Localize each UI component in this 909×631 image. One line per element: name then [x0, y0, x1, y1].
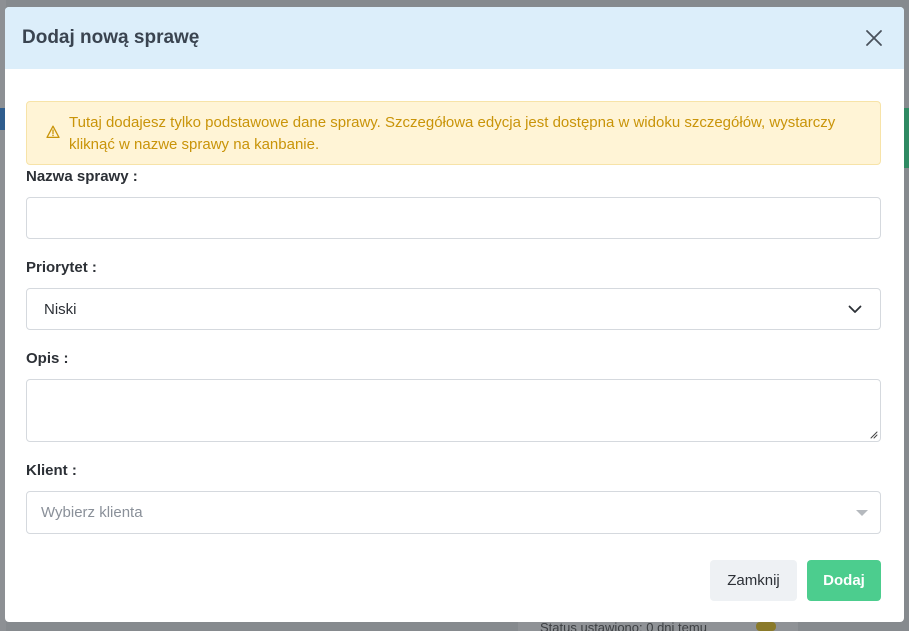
close-modal-button[interactable]: Zamknij	[710, 560, 797, 601]
case-name-input[interactable]	[26, 197, 881, 239]
client-placeholder: Wybierz klienta	[41, 504, 143, 521]
add-case-button[interactable]: Dodaj	[807, 560, 881, 601]
warning-icon	[46, 125, 60, 139]
priority-label: Priorytet :	[26, 259, 97, 276]
priority-selected-value: Niski	[44, 300, 77, 318]
description-label: Opis :	[26, 350, 69, 367]
modal-header: Dodaj nową sprawę	[5, 7, 904, 69]
add-case-modal: Dodaj nową sprawę Tutaj dodajesz tylko p…	[5, 7, 904, 622]
chevron-down-icon	[848, 305, 862, 313]
priority-select[interactable]: Niski	[26, 288, 881, 330]
caret-down-icon	[856, 509, 868, 516]
modal-footer: Zamknij Dodaj	[5, 560, 904, 601]
case-name-label: Nazwa sprawy :	[26, 168, 138, 185]
client-select[interactable]: Wybierz klienta	[26, 491, 881, 534]
description-textarea[interactable]	[26, 379, 881, 442]
modal-title: Dodaj nową sprawę	[22, 27, 200, 48]
close-button[interactable]	[860, 24, 888, 52]
modal-body: Tutaj dodajesz tylko podstawowe dane spr…	[5, 69, 904, 534]
alert-text: Tutaj dodajesz tylko podstawowe dane spr…	[69, 114, 836, 153]
background-badge	[756, 622, 776, 631]
info-alert: Tutaj dodajesz tylko podstawowe dane spr…	[26, 101, 881, 165]
client-label: Klient :	[26, 462, 77, 479]
resize-handle-icon[interactable]	[869, 430, 878, 439]
close-icon	[866, 30, 882, 46]
